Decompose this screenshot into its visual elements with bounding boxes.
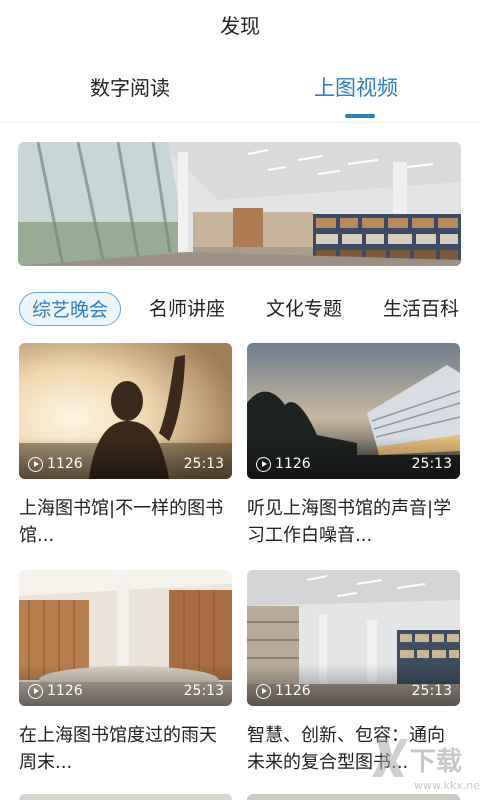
video-title[interactable]: 听见上海图书馆的声音|学习工作白噪音... (247, 495, 460, 549)
category-variety-gala[interactable]: 综艺晚会 (19, 292, 121, 326)
video-title[interactable]: 上海图书馆|不一样的图书馆... (19, 495, 232, 549)
banner-image (18, 142, 461, 266)
video-thumbnail: 1126 25:13 (19, 570, 232, 706)
category-life-encyclopedia[interactable]: 生活百科 (383, 292, 459, 326)
video-duration: 25:13 (183, 683, 224, 699)
play-icon (28, 683, 43, 699)
video-duration: 25:13 (411, 683, 452, 699)
play-count: 1126 (28, 683, 83, 699)
play-count: 1126 (256, 456, 311, 472)
play-count-value: 1126 (47, 456, 83, 472)
library-banner[interactable] (18, 142, 461, 266)
video-duration: 25:13 (411, 456, 452, 472)
next-video-thumbnail-peek[interactable] (19, 794, 232, 800)
play-count-value: 1126 (275, 683, 311, 699)
active-tab-indicator (345, 114, 375, 118)
category-culture[interactable]: 文化专题 (266, 292, 342, 326)
play-count-value: 1126 (275, 456, 311, 472)
watermark-url: www.kkx.net (414, 779, 480, 792)
video-card[interactable]: 1126 25:13 听见上海图书馆的声音|学习工作白噪音... (247, 343, 460, 549)
video-duration: 25:13 (183, 456, 224, 472)
discover-page: 发现 数字阅读 上图视频 综艺晚会 名师讲座 文化专题 生活百科 1126 25… (0, 0, 480, 800)
video-card[interactable]: 1126 25:13 在上海图书馆度过的雨天周末... (19, 570, 232, 776)
video-thumbnail: 1126 25:13 (19, 343, 232, 479)
video-card[interactable]: 1126 25:13 上海图书馆|不一样的图书馆... (19, 343, 232, 549)
play-count-value: 1126 (47, 683, 83, 699)
category-lectures[interactable]: 名师讲座 (149, 292, 225, 326)
watermark: 下载 www.kkx.net (370, 735, 480, 795)
page-title: 发现 (220, 14, 260, 38)
watermark-logo-icon (372, 739, 408, 777)
play-icon (256, 683, 271, 699)
play-count: 1126 (256, 683, 311, 699)
video-title[interactable]: 在上海图书馆度过的雨天周末... (19, 722, 232, 776)
video-thumbnail: 1126 25:13 (247, 570, 460, 706)
header-divider (0, 122, 480, 123)
play-icon (256, 456, 271, 472)
tab-library-video[interactable]: 上图视频 (314, 72, 398, 102)
video-thumbnail: 1126 25:13 (247, 343, 460, 479)
play-icon (28, 456, 43, 472)
watermark-text: 下载 (410, 747, 463, 777)
tab-digital-reading[interactable]: 数字阅读 (90, 72, 170, 101)
play-count: 1126 (28, 456, 83, 472)
